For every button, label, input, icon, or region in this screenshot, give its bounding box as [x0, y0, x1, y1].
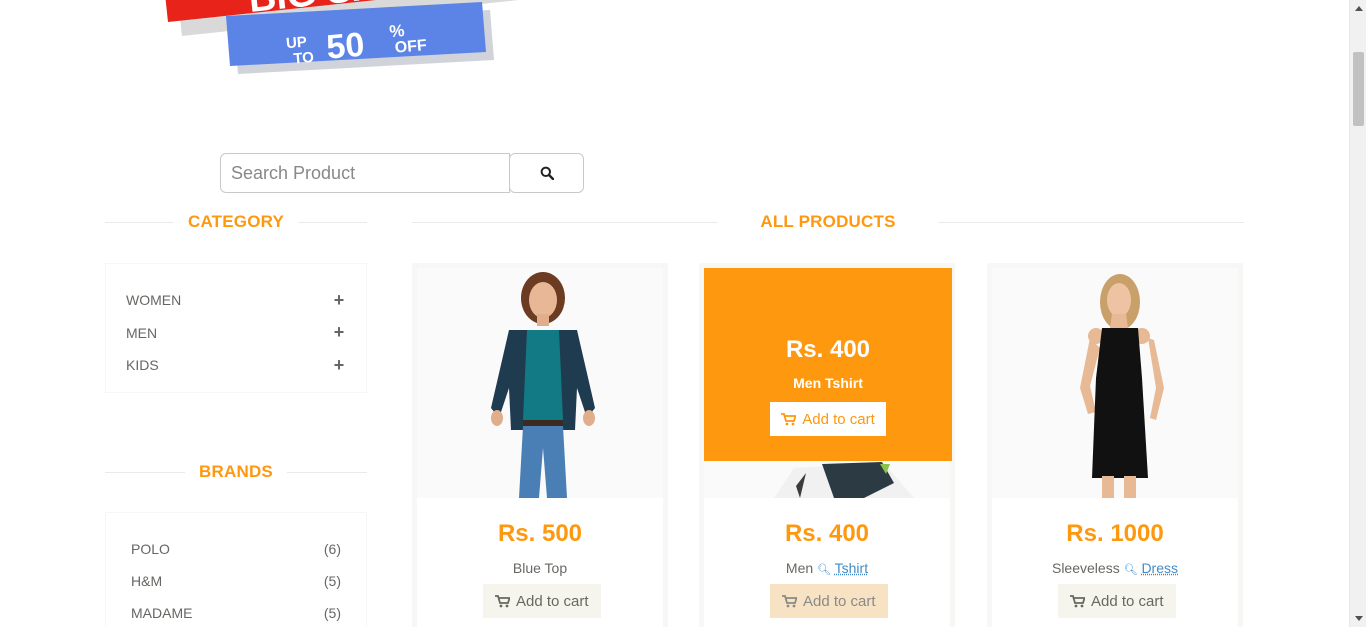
search-bar [220, 153, 584, 193]
magnifier-icon: 🔍︎ [1123, 564, 1138, 576]
divider [286, 471, 367, 473]
category-title: CATEGORY [187, 212, 285, 231]
category-heading: CATEGORY [105, 212, 368, 232]
cart-icon [782, 594, 797, 607]
search-icon [540, 166, 554, 180]
product-price: Rs. 1000 [1066, 520, 1164, 547]
category-item-women[interactable]: WOMEN + [126, 284, 346, 317]
category-item-kids[interactable]: KIDS + [126, 349, 346, 382]
overlay-price: Rs. 400 [785, 336, 871, 363]
add-to-cart-button[interactable]: Add to cart [1058, 584, 1176, 618]
add-to-cart-button[interactable]: Add to cart [770, 584, 888, 618]
products-title: ALL PRODUCTS [760, 212, 896, 231]
category-item-label: MEN [126, 324, 158, 341]
product-price: Rs. 500 [497, 520, 583, 547]
divider [298, 221, 368, 223]
product-image[interactable] [417, 268, 663, 498]
vertical-scrollbar[interactable] [1349, 0, 1366, 627]
brand-count: (6) [323, 541, 341, 557]
plus-icon[interactable]: + [332, 355, 346, 376]
search-input[interactable] [220, 153, 510, 193]
product-overlay: Rs. 400 Men Tshirt Add to cart [704, 268, 952, 461]
category-panel: WOMEN + MEN + KIDS + [105, 263, 367, 393]
product-name: Sleeveless 🔍︎ Dress [992, 560, 1238, 576]
overlay-name: Men Tshirt [793, 375, 863, 391]
product-price: Rs. 400 [784, 520, 870, 547]
product-image[interactable] [992, 268, 1238, 498]
add-to-cart-label: Add to cart [802, 410, 875, 428]
category-item-men[interactable]: MEN + [126, 317, 346, 350]
product-name: Men 🔍︎ Tshirt [704, 560, 950, 576]
product-name-prefix: Sleeveless [1051, 560, 1120, 576]
brand-item-hm[interactable]: H&M (5) [131, 565, 341, 597]
brands-title: BRANDS [199, 462, 273, 481]
banner-off: OFF [394, 37, 428, 57]
divider [937, 221, 1245, 223]
banner-to: TO [293, 49, 315, 68]
overlay-add-to-cart-button[interactable]: Add to cart [770, 402, 886, 436]
product-photo-sleeveless-dress [992, 268, 1238, 498]
brand-item-madame[interactable]: MADAME (5) [131, 597, 341, 627]
add-to-cart-label: Add to cart [1091, 592, 1164, 610]
brands-heading: BRANDS [105, 462, 367, 482]
magnifier-icon: 🔍︎ [817, 564, 831, 576]
product-name-keyword-link[interactable]: Dress [1141, 560, 1178, 576]
brand-count: (5) [323, 573, 341, 589]
product-photo-blue-top [417, 268, 663, 498]
brands-panel: POLO (6) H&M (5) MADAME (5) [105, 512, 367, 627]
page: BIG SALE UP TO 50 % OFF CATEGORY ALL PRO… [0, 0, 1366, 627]
product-card: Rs. 1000 Sleeveless 🔍︎ Dress Add to cart [987, 263, 1243, 627]
product-name: Blue Top [512, 560, 568, 576]
brand-name: MADAME [131, 605, 193, 621]
plus-icon[interactable]: + [332, 290, 346, 311]
cart-icon [495, 594, 510, 607]
divider [412, 221, 719, 223]
add-to-cart-label: Add to cart [516, 592, 589, 610]
cart-icon [1070, 594, 1085, 607]
category-item-label: WOMEN [126, 292, 182, 309]
scrollbar-thumb[interactable] [1353, 52, 1364, 126]
divider [105, 221, 174, 223]
brand-item-polo[interactable]: POLO (6) [131, 533, 341, 565]
category-item-label: KIDS [126, 357, 159, 374]
scroll-down-arrow-icon[interactable] [1350, 610, 1366, 627]
sale-banner: BIG SALE UP TO 50 % OFF [165, 0, 519, 74]
product-card: Rs. 400 Men Tshirt Add to cart Rs. 400 M… [699, 263, 955, 627]
product-card: Rs. 500 Blue Top Add to cart [412, 263, 668, 627]
plus-icon[interactable]: + [332, 322, 346, 343]
brand-name: POLO [131, 541, 170, 557]
brand-count: (5) [323, 605, 341, 621]
add-to-cart-button[interactable]: Add to cart [483, 584, 601, 618]
banner-percent: 50 [325, 26, 366, 67]
brand-name: H&M [131, 573, 163, 589]
add-to-cart-label: Add to cart [803, 592, 876, 610]
scroll-up-arrow-icon[interactable] [1350, 0, 1366, 17]
product-name-prefix: Men [785, 560, 814, 576]
cart-icon [781, 412, 797, 425]
search-button[interactable] [509, 153, 584, 193]
divider [105, 471, 186, 473]
products-heading: ALL PRODUCTS [412, 212, 1245, 232]
product-name-keyword-link[interactable]: Tshirt [835, 560, 868, 576]
